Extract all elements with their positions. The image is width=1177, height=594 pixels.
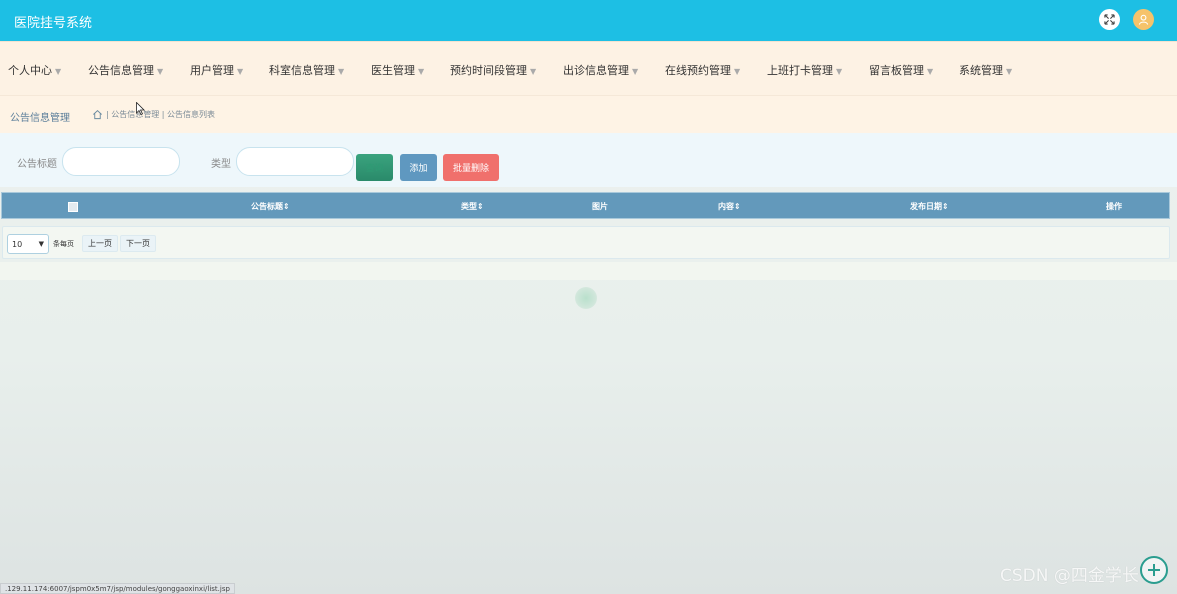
chevron-down-icon: ▼ [38, 240, 44, 248]
fullscreen-button[interactable] [1099, 9, 1120, 30]
caret-down-icon: ▼ [237, 67, 244, 76]
menu-item-time-slots[interactable]: 预约时间段管理 ▼ [450, 62, 536, 78]
caret-down-icon: ▼ [734, 67, 741, 76]
caret-down-icon: ▼ [418, 67, 425, 76]
menu-item-doctors[interactable]: 医生管理 ▼ [371, 62, 424, 78]
watermark: CSDN @四金学长 [1000, 566, 1139, 586]
select-all-checkbox[interactable] [68, 202, 78, 212]
menu-item-announcement[interactable]: 公告信息管理 ▼ [88, 62, 163, 78]
top-header: 医院挂号系统 [0, 0, 1177, 41]
expand-icon [1104, 14, 1115, 25]
floating-action-button[interactable] [1140, 556, 1168, 584]
caret-down-icon: ▼ [530, 67, 537, 76]
column-header-date[interactable]: 发布日期⇕ [910, 201, 949, 212]
caret-down-icon: ▼ [338, 67, 345, 76]
breadcrumb: | 公告信息管理 | 公告信息列表 [92, 109, 215, 120]
app-title: 医院挂号系统 [14, 16, 93, 31]
sort-icon: ⇕ [283, 202, 290, 211]
user-avatar[interactable] [1133, 9, 1154, 30]
page-title: 公告信息管理 [10, 113, 70, 124]
search-bar: 公告标题 类型 查询 添加 批量删除 [0, 133, 1177, 187]
prev-page-button[interactable]: 上一页 [82, 235, 118, 252]
menu-item-visits[interactable]: 出诊信息管理 ▼ [563, 62, 638, 78]
batch-delete-button[interactable]: 批量删除 [443, 154, 499, 181]
breadcrumb-bar: 公告信息管理 | 公告信息管理 | 公告信息列表 [0, 95, 1177, 133]
browser-status-url: .129.11.174:6007/jspm0x5m7/jsp/modules/g… [0, 583, 235, 594]
title-search-input[interactable] [62, 147, 180, 176]
title-label: 公告标题 [17, 159, 57, 170]
mouse-cursor-icon [136, 102, 145, 115]
sort-icon: ⇕ [734, 202, 741, 211]
caret-down-icon: ▼ [836, 67, 843, 76]
next-page-button[interactable]: 下一页 [120, 235, 156, 252]
breadcrumb-path[interactable]: | 公告信息管理 | 公告信息列表 [106, 109, 215, 120]
caret-down-icon: ▼ [55, 67, 62, 76]
caret-down-icon: ▼ [157, 67, 164, 76]
per-page-label: 条每页 [53, 240, 74, 248]
table-header: 公告标题⇕ 类型⇕ 图片 内容⇕ 发布日期⇕ 操作 [1, 192, 1170, 219]
content-area [0, 262, 1177, 280]
menu-item-message-board[interactable]: 留言板管理 ▼ [869, 62, 933, 78]
column-header-actions: 操作 [1106, 202, 1122, 211]
caret-down-icon: ▼ [632, 67, 639, 76]
menu-item-personal-center[interactable]: 个人中心 ▼ [8, 62, 61, 78]
caret-down-icon: ▼ [1006, 67, 1013, 76]
sort-icon: ⇕ [477, 202, 484, 211]
loading-indicator [575, 287, 597, 309]
type-search-input[interactable] [236, 147, 354, 176]
home-icon[interactable] [92, 109, 103, 120]
column-header-type[interactable]: 类型⇕ [461, 201, 484, 212]
menu-item-clock-in[interactable]: 上班打卡管理 ▼ [767, 62, 842, 78]
menu-item-users[interactable]: 用户管理 ▼ [190, 62, 243, 78]
page-size-select[interactable]: 10 ▼ [7, 234, 49, 254]
menu-item-departments[interactable]: 科室信息管理 ▼ [269, 62, 344, 78]
add-button[interactable]: 添加 [400, 154, 437, 181]
sort-icon: ⇕ [942, 202, 949, 211]
menu-item-appointments[interactable]: 在线预约管理 ▼ [665, 62, 740, 78]
column-header-image: 图片 [592, 202, 608, 211]
menu-item-system[interactable]: 系统管理 ▼ [959, 62, 1012, 78]
search-button[interactable]: 查询 [356, 154, 393, 181]
user-icon [1138, 14, 1149, 25]
main-menu: 个人中心 ▼ 公告信息管理 ▼ 用户管理 ▼ 科室信息管理 ▼ 医生管理 ▼ 预约时间段管… [0, 41, 1177, 95]
column-header-title[interactable]: 公告标题⇕ [251, 201, 290, 212]
plus-icon [1148, 564, 1160, 576]
pagination: 10 ▼ 条每页 上一页 下一页 [2, 226, 1170, 259]
column-header-content[interactable]: 内容⇕ [718, 201, 741, 212]
type-label: 类型 [211, 159, 231, 170]
caret-down-icon: ▼ [927, 67, 934, 76]
